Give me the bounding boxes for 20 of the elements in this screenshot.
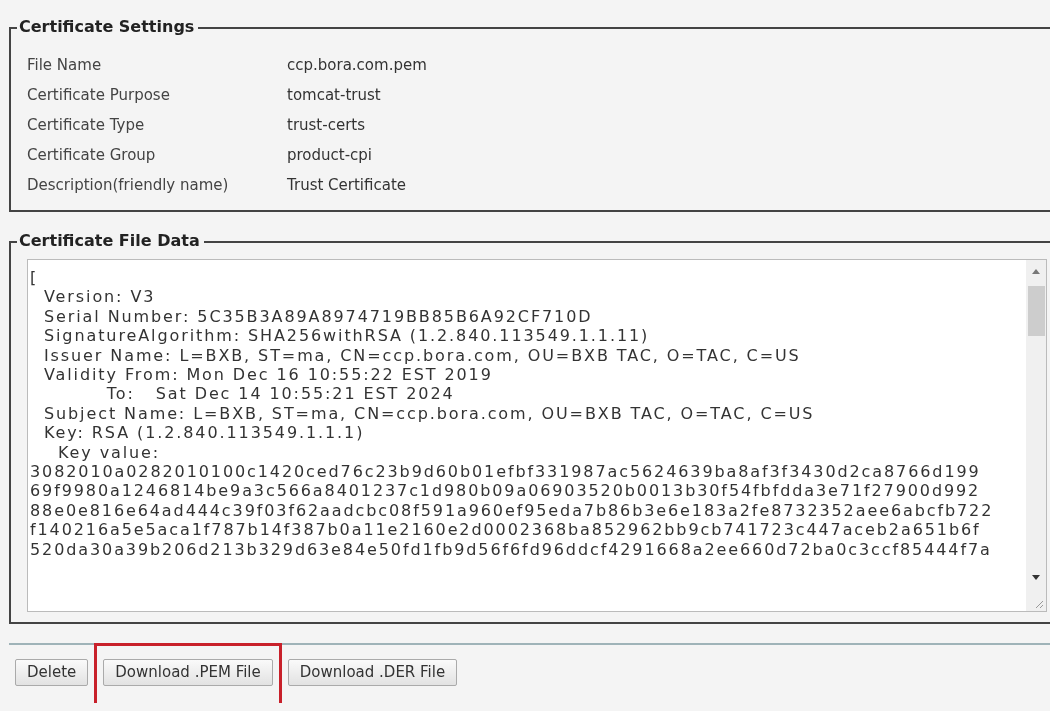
action-button[interactable]: Download .DER File: [287, 659, 458, 686]
action-button[interactable]: Download .PEM File: [103, 659, 273, 686]
field-value: Trust Certificate: [287, 175, 407, 196]
certificate-text-field[interactable]: [ Version: V3 Serial Number: 5C35B3A89A8974719BB85B6A92CF710D SignatureAlgorithm: SHA256withRSA (1.2.840.113549.1.1.11) Issuer Name: L=BXB, ST=ma, CN=ccp.bora.com, OU=BXB TAC, O=TAC, C=US Validity From: Mon Dec 16 10:55:22 EST 2019 To: Sat Dec 14 10:55:21 EST 2024 Subject Name: L=BXB, ST=ma, CN=ccp.bora.com, OU=BXB TAC, O=TAC, C=US Key: RSA (1.2.840.113549.1.1.1) Key value: 3082010a0282010100c1420ced76c23b9d60b01efbf331987ac5624639ba8af3f3430d2ca8766d199 69f9980a1246814be9a3c566a8401237c1d980b09a06903520b0013b30f54fbfdda3e71f27900d992 88e0e816e64ad444c39f03f62aadcbc08f591a960ef95eda7b86b3e6e183a2fe8732352aee6abcfb722 f140216a5e5aca1f787b14f387b0a11e2160e2d0002368ba852962bb9cb741723c447aceb2a651b6f 520da30a39b206d213b329d63e84e50fd1fb9d56f6fd96ddcf4291668a2ee660d72ba0c3ccf85444f7a: [27, 259, 1047, 612]
action-button[interactable]: Delete: [15, 659, 89, 686]
field-label: File Name: [27, 55, 103, 76]
scrollbar-thumb[interactable]: [1027, 286, 1045, 336]
section-legend: Certificate Settings: [17, 17, 199, 36]
field-value: trust-certs: [287, 115, 366, 136]
scrollbar[interactable]: [1026, 260, 1046, 611]
field-value: product-cpi: [287, 145, 374, 166]
field-label: Certificate Purpose: [27, 85, 171, 106]
field-value: ccp.bora.com.pem: [287, 55, 428, 76]
resize-grip-icon[interactable]: [1034, 599, 1044, 609]
field-label: Description(friendly name): [27, 175, 230, 196]
scroll-up-arrow-icon[interactable]: [1031, 268, 1041, 274]
field-value: tomcat-trust: [287, 85, 382, 106]
field-label: Certificate Type: [27, 115, 146, 136]
field-label: Certificate Group: [27, 145, 157, 166]
scroll-down-arrow-icon[interactable]: [1031, 575, 1041, 581]
